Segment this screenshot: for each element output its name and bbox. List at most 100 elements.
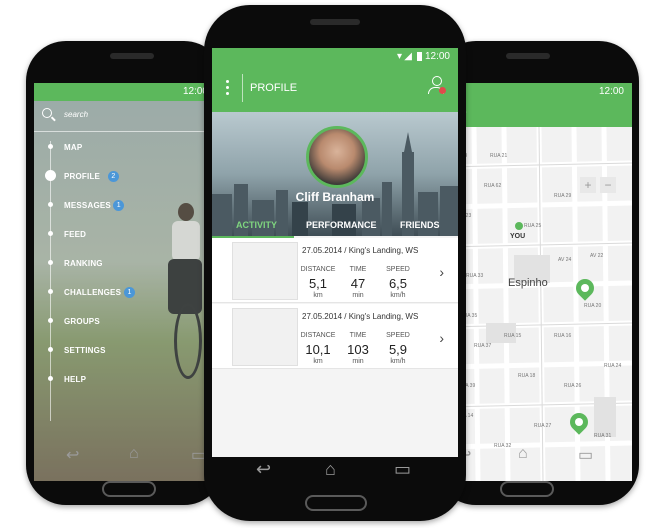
street-label: RUA 25 [524, 223, 542, 229]
activity-date-location: 27.05.2014 / King's Landing, WS [302, 312, 419, 321]
search-bar[interactable]: search [34, 101, 216, 132]
center-phone: ▾ ◢ 12:00 PROFILE Cliff Branham ACTIVITY… [204, 5, 466, 521]
recents-key[interactable]: ▭ [578, 445, 593, 465]
menu-bullet [48, 260, 53, 265]
stat-unit: min [352, 358, 364, 365]
recents-key[interactable]: ▭ [394, 459, 411, 480]
stat-label: DISTANCE [300, 332, 336, 339]
zoom-out-button[interactable]: − [600, 177, 616, 193]
you-label: YOU [510, 233, 526, 240]
avatar [306, 126, 368, 188]
city-label: Espinho [508, 277, 548, 289]
menu-item-groups[interactable]: GROUPS [64, 317, 100, 326]
menu-badge: 1 [124, 287, 135, 298]
menu-bullet [48, 347, 53, 352]
activity-date-location: 27.05.2014 / King's Landing, WS [302, 246, 419, 255]
menu-bullet [45, 170, 56, 181]
street-label: RUA 31 [594, 433, 612, 439]
stat-label: SPEED [386, 266, 410, 273]
stat-value: 6,5 [388, 276, 408, 291]
notification-dot [439, 87, 446, 94]
right-phone: 12:00 P [436, 41, 639, 505]
street-label: AV 24 [558, 257, 572, 263]
home-key[interactable]: ⌂ [518, 445, 528, 463]
stat-label: TIME [349, 266, 367, 273]
back-key[interactable]: ↩ [66, 445, 79, 465]
home-key[interactable]: ⌂ [325, 459, 336, 480]
chevron-right-icon[interactable]: › [439, 330, 444, 346]
stat-label: SPEED [386, 332, 410, 339]
street-label: RUA 29 [554, 193, 572, 199]
right-hardware-button [500, 481, 554, 497]
wifi-icon: ▾ [396, 51, 402, 62]
activity-row[interactable]: 27.05.2014 / King's Landing, WS › DISTANCE… [212, 238, 458, 303]
menu-item-messages[interactable]: MESSAGES [64, 201, 111, 210]
home-key[interactable]: ⌂ [129, 445, 139, 463]
street-label: RUA 37 [474, 343, 492, 349]
left-hardware-button [102, 481, 156, 497]
street-label: RUA 33 [466, 273, 484, 279]
left-phone: 12:00 search MAP PROFILE 2 MESSAGES 1 FEED RAN… [26, 41, 224, 505]
left-phone-speaker [110, 53, 154, 59]
street-label: RUA 32 [494, 443, 512, 449]
stat-label: DISTANCE [300, 266, 336, 273]
stat-value: 5,1 [308, 276, 328, 291]
stat-label: TIME [349, 332, 367, 339]
route-map-thumbnail [232, 308, 298, 366]
appbar-divider [242, 74, 243, 102]
menu-bullet [48, 202, 53, 207]
menu-bullet [48, 289, 53, 294]
tab-activity[interactable]: ACTIVITY [236, 220, 277, 230]
menu-icon[interactable] [226, 80, 229, 96]
menu-item-ranking[interactable]: RANKING [64, 259, 103, 268]
street-label: RUA 26 [564, 383, 582, 389]
tab-performance[interactable]: PERFORMANCE [306, 220, 377, 230]
menu-item-settings[interactable]: SETTINGS [64, 346, 106, 355]
street-label: RUA 16 [554, 333, 572, 339]
menu-item-help[interactable]: HELP [64, 375, 86, 384]
menu-item-map[interactable]: MAP [64, 143, 82, 152]
stat-unit: km/h [390, 358, 406, 365]
center-status-bar: ▾ ◢ 12:00 [212, 48, 458, 66]
menu-item-profile[interactable]: PROFILE [64, 172, 100, 181]
menu-bullet [48, 318, 53, 323]
search-icon-handle [51, 116, 56, 122]
chevron-right-icon[interactable]: › [439, 264, 444, 280]
menu-badge: 2 [107, 171, 119, 182]
center-hardware-button [305, 495, 367, 511]
battery-icon [417, 52, 422, 61]
menu-bullet [48, 144, 53, 149]
menu-item-feed[interactable]: FEED [64, 230, 86, 239]
street-label: RUA 62 [484, 183, 502, 189]
right-screen: 12:00 P [444, 83, 632, 481]
right-phone-speaker [506, 53, 550, 59]
status-time: 12:00 [424, 51, 450, 62]
stat-unit: min [352, 292, 364, 299]
menu-item-challenges[interactable]: CHALLENGES [64, 288, 121, 297]
user-name: Cliff Branham [295, 190, 375, 204]
zoom-in-button[interactable]: + [580, 177, 596, 193]
stat-value: 103 [347, 342, 369, 357]
street-label: AV 22 [590, 253, 604, 259]
street-label: RUA 21 [490, 153, 508, 159]
center-screen: ▾ ◢ 12:00 PROFILE Cliff Branham ACTIVITY… [212, 48, 458, 457]
stat-value: 5,9 [388, 342, 408, 357]
street-label: RUA 18 [518, 373, 536, 379]
stat-unit: km [313, 358, 323, 365]
route-map-thumbnail [232, 242, 298, 300]
stat-value: 10,1 [305, 342, 331, 357]
tab-friends[interactable]: FRIENDS [400, 220, 440, 230]
menu-bullet [48, 376, 53, 381]
left-status-bar: 12:00 [34, 83, 216, 101]
user-add-icon[interactable] [428, 76, 446, 96]
center-phone-speaker [310, 19, 360, 25]
stat-unit: km [313, 292, 323, 299]
street-label: RUA 24 [604, 363, 622, 369]
menu-bullet [48, 231, 53, 236]
activity-row[interactable]: 27.05.2014 / King's Landing, WS › DISTANCE… [212, 304, 458, 369]
profile-header: Cliff Branham [212, 112, 458, 236]
back-key[interactable]: ↩ [256, 459, 271, 480]
left-screen: 12:00 search MAP PROFILE 2 MESSAGES 1 FEED RAN… [34, 83, 216, 481]
page-title: PROFILE [250, 82, 298, 94]
street-label: RUA 20 [584, 303, 602, 309]
